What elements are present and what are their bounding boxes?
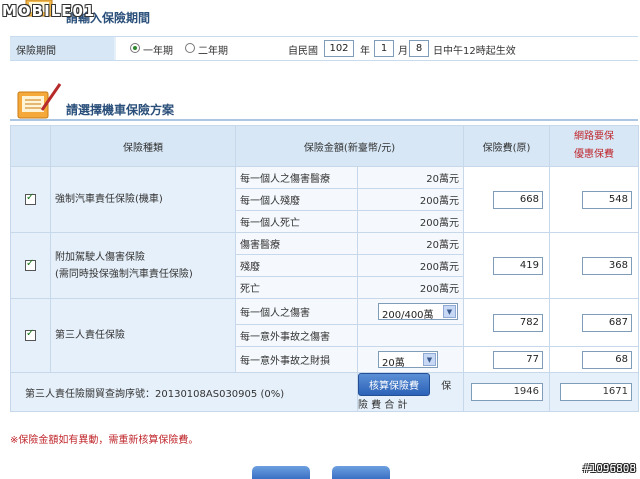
coverage-item: 每一個人殘廢: [235, 188, 358, 211]
driver-checkbox-cell: [10, 232, 51, 299]
image-id-watermark: #1096808: [583, 462, 636, 475]
compulsory-checkbox-cell: [10, 166, 51, 233]
fee-online-input[interactable]: 68: [582, 350, 633, 369]
chevron-down-icon: ▼: [423, 353, 436, 366]
year-unit: 年: [360, 46, 370, 57]
fee-original-input[interactable]: 77: [493, 350, 544, 369]
plan-table: 保險種類 保險金額(新臺幣/元) 保險費(原) 網路要保 優惠保費 強制汽車責任…: [10, 125, 640, 412]
period-options: 一年期 二年期 自民國 102 年 1 月 8 日中午12時起生效: [116, 37, 638, 60]
coverage-amount: 200萬元: [356, 254, 465, 277]
fee-original-cell: 419: [463, 232, 551, 299]
period-label: 保險期間: [10, 37, 114, 60]
coverage-amount: [356, 324, 465, 347]
header-fee-online-line1: 網路要保: [574, 131, 615, 142]
day-suffix: 日中午12時起生效: [433, 46, 516, 57]
radio-one-year[interactable]: [130, 43, 140, 53]
third-party-checkbox[interactable]: [25, 328, 36, 341]
mobile01-logo: MOBILE01: [2, 2, 96, 20]
header-type: 保險種類: [50, 125, 236, 167]
third-party-checkbox-cell: [10, 298, 51, 373]
total-online-input[interactable]: 1671: [560, 383, 633, 401]
fee-online-cell: 68: [549, 346, 640, 373]
fee-online-input[interactable]: 368: [582, 256, 633, 275]
driver-type-line2: (需同時投保強制汽車責任保險): [55, 268, 193, 280]
bodily-injury-select[interactable]: 200/400萬 ▼: [378, 303, 458, 321]
fee-online-input[interactable]: 548: [582, 190, 633, 209]
coverage-item: 每一意外事故之財損: [235, 346, 358, 373]
bodily-injury-select-value: 200/400萬: [382, 310, 434, 321]
fee-online-cell: 368: [549, 232, 640, 299]
driver-type: 附加駕駛人傷害保險 (需同時投保強制汽車責任保險): [50, 232, 236, 299]
header-fee-online: 網路要保 優惠保費: [549, 125, 640, 167]
coverage-amount: 200萬元: [356, 276, 465, 299]
total-online-cell: 1671: [549, 372, 640, 412]
calculate-premium-button[interactable]: 核算保險費: [358, 373, 430, 396]
property-damage-select[interactable]: 20萬 ▼: [378, 351, 438, 369]
header-fee-original: 保險費(原): [463, 125, 551, 167]
coverage-item: 每一個人之傷害醫療: [235, 166, 358, 189]
table-row: 附加駕駛人傷害保險 (需同時投保強制汽車責任保險) 傷害醫療 20萬元 419 …: [10, 232, 640, 299]
coverage-amount: 200萬元: [356, 210, 465, 233]
plan-section-title: 請選擇機車保險方案: [66, 103, 175, 117]
coverage-item: 每一意外事故之傷害: [235, 324, 358, 347]
coverage-select-cell: 200/400萬 ▼: [356, 298, 465, 325]
radio-two-year-label: 二年期: [198, 46, 228, 57]
month-unit: 月: [398, 46, 408, 57]
fee-online-cell: 687: [549, 298, 640, 347]
header-amount: 保險金額(新臺幣/元): [234, 125, 465, 167]
header-checkbox: [10, 125, 51, 167]
coverage-item: 每一個人死亡: [235, 210, 358, 233]
fee-online-input[interactable]: 687: [582, 313, 633, 332]
summary-row: 第三人責任險關貿查詢序號：20130108AS030905 (0%) 核算保險費…: [10, 372, 640, 412]
radio-one-year-label: 一年期: [143, 46, 173, 57]
chevron-down-icon: ▼: [443, 305, 456, 318]
period-row: 保險期間 一年期 二年期 自民國 102 年 1 月 8 日中午12時起生效: [10, 36, 638, 61]
compulsory-checkbox[interactable]: [25, 192, 36, 205]
calc-cell: 核算保險費 保 險 費 合 計: [356, 372, 465, 412]
fee-original-cell: 668: [463, 166, 551, 233]
fee-original-cell: 77: [463, 346, 551, 373]
fee-online-cell: 548: [549, 166, 640, 233]
table-row: 強制汽車責任保險(機車) 每一個人之傷害醫療 20萬元 668 548: [10, 166, 640, 233]
notebook-pen-icon: [17, 83, 62, 119]
header-fee-online-line2: 優惠保費: [574, 149, 615, 160]
coverage-amount: 200萬元: [356, 188, 465, 211]
date-prefix: 自民國: [288, 46, 318, 57]
compulsory-type: 強制汽車責任保險(機車): [50, 166, 236, 233]
radio-two-year[interactable]: [185, 43, 195, 53]
fee-original-input[interactable]: 419: [493, 256, 544, 275]
table-row: 第三人責任保險 每一個人之傷害 200/400萬 ▼ 782 687: [10, 298, 640, 373]
third-party-type: 第三人責任保險: [50, 298, 236, 373]
warning-note: ※保險金額如有異動，需重新核算保險費。: [10, 435, 199, 446]
driver-checkbox[interactable]: [25, 258, 36, 271]
coverage-item: 死亡: [235, 276, 358, 299]
total-original-input[interactable]: 1946: [471, 383, 544, 401]
coverage-item: 每一個人之傷害: [235, 298, 358, 325]
coverage-amount: 20萬元: [356, 232, 465, 255]
fee-original-cell: 782: [463, 298, 551, 347]
coverage-amount: 20萬元: [356, 166, 465, 189]
property-damage-select-value: 20萬: [382, 358, 405, 369]
bottom-button-left[interactable]: [252, 466, 310, 479]
fee-original-input[interactable]: 668: [493, 190, 544, 209]
day-input[interactable]: 8: [409, 40, 429, 57]
query-number: 第三人責任險關貿查詢序號：20130108AS030905 (0%): [10, 372, 358, 412]
driver-type-line1: 附加駕駛人傷害保險: [55, 251, 145, 263]
year-input[interactable]: 102: [324, 40, 354, 57]
bottom-button-right[interactable]: [332, 466, 390, 479]
total-original-cell: 1946: [463, 372, 551, 412]
coverage-item: 傷害醫療: [235, 232, 358, 255]
coverage-item: 殘廢: [235, 254, 358, 277]
fee-original-input[interactable]: 782: [493, 313, 544, 332]
section-divider: [10, 119, 638, 121]
coverage-select-cell: 20萬 ▼: [356, 346, 465, 373]
month-input[interactable]: 1: [374, 40, 394, 57]
